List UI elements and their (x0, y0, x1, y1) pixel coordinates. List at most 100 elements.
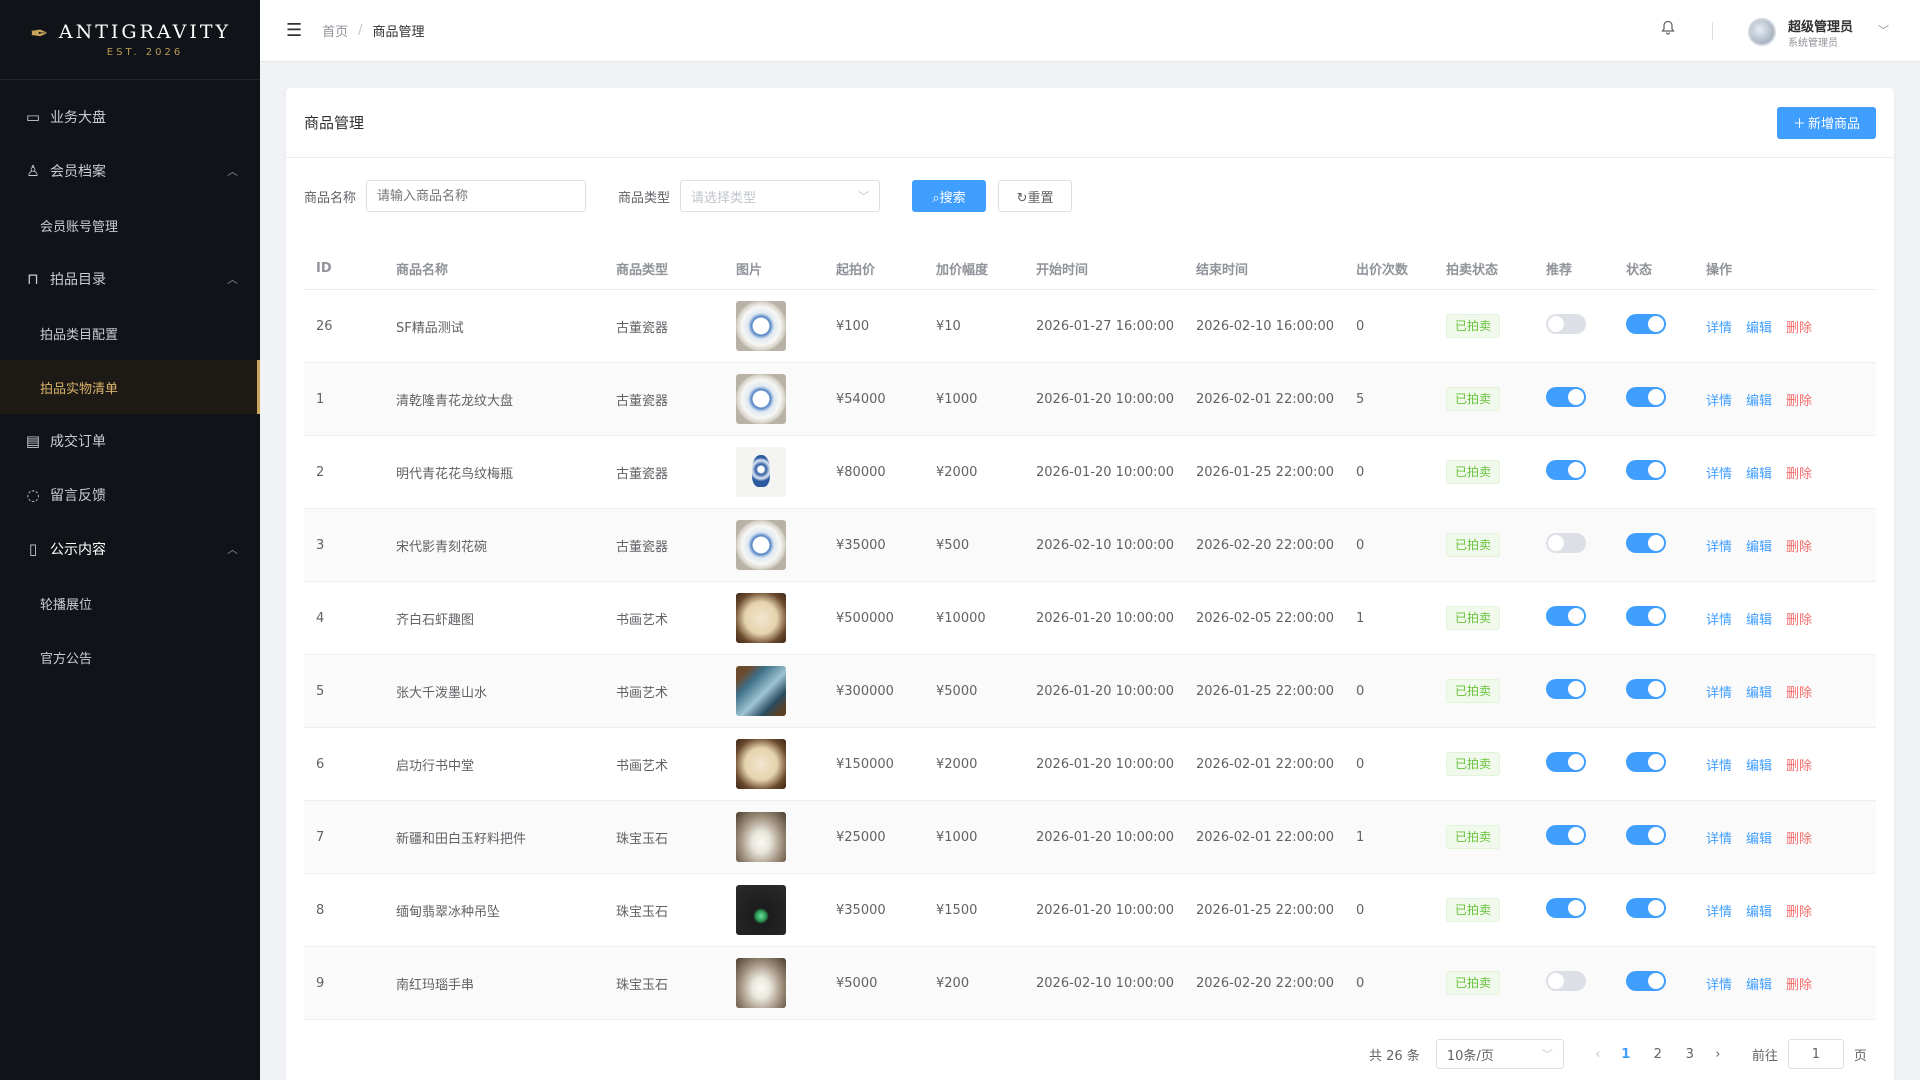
delete-button[interactable]: 删除 (1786, 613, 1812, 628)
edit-button[interactable]: 编辑 (1746, 467, 1772, 482)
status-toggle[interactable] (1626, 314, 1666, 334)
recommend-toggle[interactable] (1546, 387, 1586, 407)
sidebar-item-feedback[interactable]: ◌ 留言反馈 (0, 468, 260, 522)
menu-toggle-icon[interactable]: ☰ (286, 20, 302, 41)
product-thumbnail[interactable] (736, 812, 786, 862)
status-toggle[interactable] (1626, 387, 1666, 407)
detail-button[interactable]: 详情 (1706, 686, 1732, 701)
delete-button[interactable]: 删除 (1786, 686, 1812, 701)
status-toggle[interactable] (1626, 752, 1666, 772)
edit-button[interactable]: 编辑 (1746, 613, 1772, 628)
avatar[interactable] (1748, 18, 1776, 46)
edit-button[interactable]: 编辑 (1746, 321, 1772, 336)
page-number[interactable]: 1 (1610, 1047, 1642, 1062)
sidebar-item-announcements[interactable]: 官方公告 (0, 630, 260, 684)
delete-button[interactable]: 删除 (1786, 394, 1812, 409)
sidebar-item-public-content[interactable]: ▯ 公示内容 ︿ (0, 522, 260, 576)
add-product-button[interactable]: ＋ 新增商品 (1776, 106, 1876, 139)
sidebar-item-orders[interactable]: ▤ 成交订单 (0, 414, 260, 468)
detail-button[interactable]: 详情 (1706, 832, 1732, 847)
recommend-toggle[interactable] (1546, 460, 1586, 480)
prev-page-icon[interactable]: ‹ (1586, 1047, 1610, 1062)
sidebar-item-member-accounts[interactable]: 会员账号管理 (0, 198, 260, 252)
product-thumbnail[interactable] (736, 593, 786, 643)
cell-name: 南红玛瑙手串 (396, 977, 475, 993)
chevron-down-icon[interactable]: ﹀ (1878, 22, 1889, 38)
edit-button[interactable]: 编辑 (1746, 905, 1772, 920)
product-thumbnail[interactable] (736, 374, 786, 424)
recommend-toggle[interactable] (1546, 825, 1586, 845)
sidebar-item-category-config[interactable]: 拍品类目配置 (0, 306, 260, 360)
product-thumbnail[interactable] (736, 666, 786, 716)
detail-button[interactable]: 详情 (1706, 321, 1732, 336)
status-toggle[interactable] (1626, 533, 1666, 553)
detail-button[interactable]: 详情 (1706, 905, 1732, 920)
chevron-up-icon: ︿ (227, 273, 238, 286)
detail-button[interactable]: 详情 (1706, 759, 1732, 774)
status-toggle[interactable] (1626, 971, 1666, 991)
delete-button[interactable]: 删除 (1786, 321, 1812, 336)
status-badge: 已拍卖 (1446, 314, 1501, 338)
product-thumbnail[interactable] (736, 739, 786, 789)
search-button[interactable]: ⌕搜索 (912, 180, 987, 212)
sidebar-item-label: 公示内容 (50, 542, 106, 558)
status-toggle[interactable] (1626, 606, 1666, 626)
product-thumbnail[interactable] (736, 520, 786, 570)
detail-button[interactable]: 详情 (1706, 613, 1732, 628)
page-number[interactable]: 2 (1642, 1047, 1674, 1062)
delete-button[interactable]: 删除 (1786, 759, 1812, 774)
detail-button[interactable]: 详情 (1706, 467, 1732, 482)
edit-button[interactable]: 编辑 (1746, 540, 1772, 555)
next-page-icon[interactable]: › (1706, 1047, 1730, 1062)
product-type-select[interactable]: 请选择类型 ﹀ (680, 180, 881, 212)
delete-button[interactable]: 删除 (1786, 978, 1812, 993)
cell-status: 已拍卖 (1434, 606, 1534, 630)
delete-button[interactable]: 删除 (1786, 832, 1812, 847)
detail-button[interactable]: 详情 (1706, 394, 1732, 409)
status-toggle[interactable] (1626, 898, 1666, 918)
edit-button[interactable]: 编辑 (1746, 832, 1772, 847)
delete-button[interactable]: 删除 (1786, 905, 1812, 920)
breadcrumb-home[interactable]: 首页 (322, 21, 348, 40)
recommend-toggle[interactable] (1546, 679, 1586, 699)
status-toggle[interactable] (1626, 460, 1666, 480)
page-number[interactable]: 3 (1674, 1047, 1706, 1062)
recommend-toggle[interactable] (1546, 898, 1586, 918)
product-thumbnail[interactable] (736, 301, 786, 351)
cell-start-time: 2026-01-20 10:00:00 (1036, 683, 1175, 699)
product-thumbnail[interactable] (736, 958, 786, 1008)
sidebar-item-catalog[interactable]: ⊓ 拍品目录 ︿ (0, 252, 260, 306)
sidebar-item-dashboard[interactable]: ▭ 业务大盘 (0, 90, 260, 144)
sidebar-item-product-list[interactable]: 拍品实物清单 (0, 360, 260, 414)
edit-button[interactable]: 编辑 (1746, 759, 1772, 774)
edit-button[interactable]: 编辑 (1746, 394, 1772, 409)
recommend-toggle[interactable] (1546, 533, 1586, 553)
user-name[interactable]: 超级管理员 (1788, 16, 1853, 35)
product-thumbnail[interactable] (736, 447, 786, 497)
cell-start-price: ¥100 (836, 318, 870, 334)
reset-button[interactable]: ↻重置 (998, 180, 1073, 212)
sidebar-item-carousel[interactable]: 轮播展位 (0, 576, 260, 630)
detail-button[interactable]: 详情 (1706, 978, 1732, 993)
recommend-toggle[interactable] (1546, 971, 1586, 991)
product-thumbnail[interactable] (736, 885, 786, 935)
bell-icon[interactable] (1660, 20, 1676, 40)
cell-end-time: 2026-02-10 16:00:00 (1196, 318, 1335, 334)
edit-button[interactable]: 编辑 (1746, 686, 1772, 701)
status-toggle[interactable] (1626, 825, 1666, 845)
edit-button[interactable]: 编辑 (1746, 978, 1772, 993)
status-toggle[interactable] (1626, 679, 1666, 699)
cell-end-time: 2026-02-20 22:00:00 (1196, 975, 1335, 991)
recommend-toggle[interactable] (1546, 314, 1586, 334)
product-name-input[interactable] (366, 180, 587, 212)
recommend-toggle[interactable] (1546, 606, 1586, 626)
sidebar-item-members[interactable]: ♙ 会员档案 ︿ (0, 144, 260, 198)
detail-button[interactable]: 详情 (1706, 540, 1732, 555)
page-size-select[interactable]: 10条/页 ﹀ (1435, 1039, 1564, 1069)
goto-page-input[interactable]: 1 (1787, 1039, 1844, 1069)
recommend-toggle[interactable] (1546, 752, 1586, 772)
plus-icon: ＋ (1792, 117, 1806, 132)
bag-icon: ⊓ (27, 270, 39, 288)
delete-button[interactable]: 删除 (1786, 540, 1812, 555)
delete-button[interactable]: 删除 (1786, 467, 1812, 482)
